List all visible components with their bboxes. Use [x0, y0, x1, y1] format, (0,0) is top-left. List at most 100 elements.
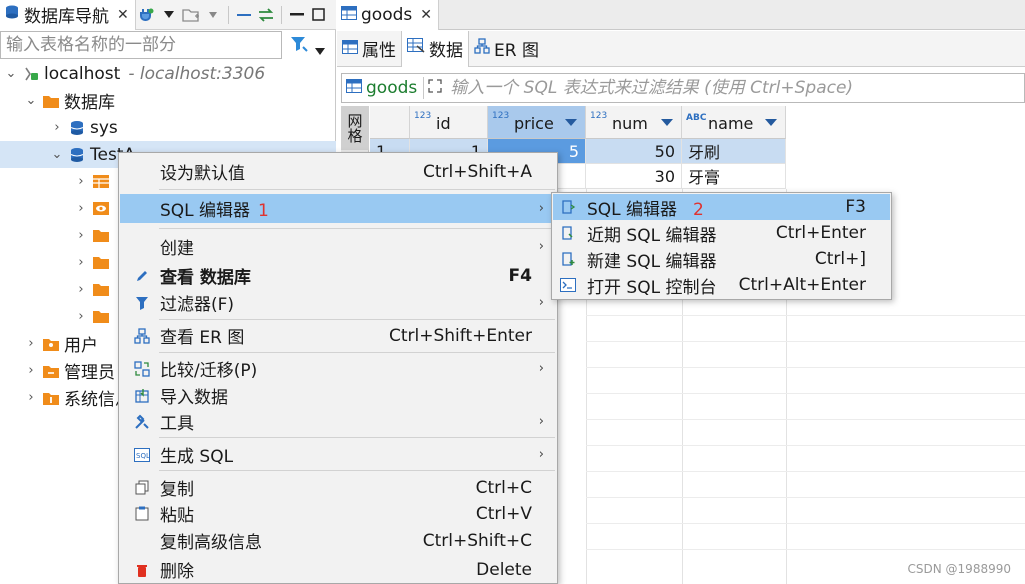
chevron-right-icon[interactable]: ›: [74, 309, 88, 324]
chevron-right-icon[interactable]: ›: [24, 336, 38, 351]
folder-icon: [92, 282, 110, 298]
chevron-down-icon[interactable]: ⌄: [50, 147, 64, 162]
dropdown-arrow-icon[interactable]: [202, 4, 224, 26]
menu-separator: [159, 352, 555, 353]
paste-icon: [132, 506, 152, 521]
menu-item-set-default[interactable]: 设为默认值 Ctrl+Shift+A: [120, 158, 556, 185]
menu-item-view-er[interactable]: 查看 ER 图 Ctrl+Shift+Enter: [120, 322, 556, 349]
submenu-item-sql-editor[interactable]: SQL 编辑器 2 F3: [553, 194, 890, 220]
connect-plug-icon[interactable]: [136, 4, 158, 26]
filter-dropdown-icon[interactable]: [315, 41, 325, 61]
sort-arrow-icon[interactable]: [565, 119, 577, 126]
grid-line: [586, 341, 1025, 342]
menu-item-tools[interactable]: 工具 ›: [120, 408, 556, 435]
tab-database-navigator[interactable]: 数据库导航 ✕: [0, 0, 136, 30]
tree-node-localhost[interactable]: ⌄ localhost - localhost:3306: [0, 60, 336, 87]
submenu-item-new-sql-editor[interactable]: 新建 SQL 编辑器 Ctrl+]: [553, 246, 890, 272]
tab-er-diagram[interactable]: ER 图: [469, 31, 544, 67]
tab-label: 数据: [429, 41, 463, 61]
menu-item-generate-sql[interactable]: SQL 生成 SQL ›: [120, 441, 556, 468]
table-cell[interactable]: 30: [586, 164, 682, 189]
numeric-type-icon: 123: [414, 111, 432, 121]
column-header-id[interactable]: 123 id: [410, 106, 488, 139]
grid-line: [586, 419, 1025, 420]
submenu-item-recent-sql-editor[interactable]: 近期 SQL 编辑器 Ctrl+Enter: [553, 220, 890, 246]
close-icon[interactable]: ✕: [420, 7, 432, 23]
menu-item-sql-editor[interactable]: SQL 编辑器 1 ›: [120, 194, 556, 223]
menu-item-copy-advanced[interactable]: 复制高级信息 Ctrl+Shift+C: [120, 527, 556, 554]
chevron-right-icon: ›: [538, 239, 544, 254]
chevron-right-icon[interactable]: ›: [74, 255, 88, 270]
chevron-right-icon[interactable]: ›: [50, 120, 64, 135]
grid-line: [586, 445, 1025, 446]
column-header-price[interactable]: 123 price: [488, 106, 586, 139]
tab-properties[interactable]: 属性: [337, 31, 401, 67]
sort-arrow-icon[interactable]: [765, 119, 777, 126]
chevron-right-icon[interactable]: ›: [74, 174, 88, 189]
admin-folder-icon: [42, 363, 60, 379]
menu-item-paste[interactable]: 粘贴 Ctrl+V: [120, 500, 556, 527]
table-cell[interactable]: 牙膏: [682, 164, 786, 189]
table-cell[interactable]: 牙刷: [682, 139, 786, 164]
menu-item-copy[interactable]: 复制 Ctrl+C: [120, 474, 556, 501]
sql-editor-submenu: SQL 编辑器 2 F3 近期 SQL 编辑器 Ctrl+Enter 新建 SQL…: [551, 192, 892, 300]
maximize-icon[interactable]: [308, 4, 330, 26]
tree-node-databases[interactable]: ⌄ 数据库: [0, 87, 336, 114]
tree-node-sys[interactable]: › sys: [0, 114, 336, 141]
chevron-down-icon[interactable]: ⌄: [4, 66, 18, 81]
menu-item-view-database[interactable]: 查看 数据库 F4: [120, 262, 556, 289]
tab-goods[interactable]: goods ✕: [337, 0, 439, 30]
filter-funnel-icon[interactable]: [290, 35, 308, 58]
tab-data[interactable]: 数据: [401, 30, 469, 67]
import-icon: [132, 388, 152, 404]
editor-tab-bar: goods ✕: [337, 0, 1025, 30]
submenu-item-open-sql-console[interactable]: 打开 SQL 控制台 Ctrl+Alt+Enter: [553, 272, 890, 298]
grid-line: [586, 471, 1025, 472]
tree-label: 管理员: [64, 363, 115, 383]
table-cell[interactable]: 50: [586, 139, 682, 164]
grid-view-toggle[interactable]: 网格: [341, 106, 369, 150]
menu-shortcut: Delete: [476, 559, 532, 580]
database-icon: [68, 147, 86, 163]
chevron-down-icon[interactable]: ⌄: [24, 93, 38, 108]
menu-shortcut: Ctrl+Alt+Enter: [738, 275, 866, 295]
menu-item-compare-migrate[interactable]: 比较/迁移(P) ›: [120, 355, 556, 382]
expand-icon[interactable]: [428, 78, 442, 98]
table-icon: [341, 5, 357, 25]
link-editor-icon[interactable]: [255, 4, 277, 26]
menu-item-filter[interactable]: 过滤器(F) ›: [120, 289, 556, 316]
menu-label: SQL 编辑器 2: [587, 199, 704, 220]
text-type-icon: ABC: [686, 113, 707, 123]
sql-icon: SQL: [132, 447, 152, 462]
folder-icon: [92, 255, 110, 271]
dropdown-arrow-icon[interactable]: [158, 4, 180, 26]
menu-shortcut: Ctrl+V: [475, 503, 532, 524]
collapse-all-icon[interactable]: [233, 4, 255, 26]
menu-item-delete[interactable]: 删除 Delete: [120, 556, 556, 583]
sql-filter-input[interactable]: [448, 75, 1024, 101]
sort-arrow-icon[interactable]: [661, 119, 673, 126]
chevron-right-icon[interactable]: ›: [74, 201, 88, 216]
filter-divider: [423, 77, 425, 99]
chevron-right-icon[interactable]: ›: [24, 363, 38, 378]
close-icon[interactable]: ✕: [117, 7, 129, 23]
minimize-icon[interactable]: [286, 4, 308, 26]
chevron-right-icon[interactable]: ›: [24, 390, 38, 405]
tree-label: 数据库: [64, 93, 115, 113]
menu-item-import-data[interactable]: 导入数据: [120, 382, 556, 409]
menu-separator: [159, 319, 555, 320]
menu-item-create[interactable]: 创建 ›: [120, 233, 556, 260]
trash-icon: [132, 563, 152, 577]
column-header-name[interactable]: ABC name: [682, 106, 786, 139]
column-header-num[interactable]: 123 num: [586, 106, 682, 139]
chevron-right-icon[interactable]: ›: [74, 228, 88, 243]
svg-text:SQL: SQL: [136, 452, 150, 460]
grid-line: [586, 549, 1025, 550]
chevron-right-icon[interactable]: ›: [74, 282, 88, 297]
table-filter-input[interactable]: [4, 32, 281, 58]
table-filter-field[interactable]: [0, 31, 282, 59]
new-folder-icon[interactable]: [180, 4, 202, 26]
chevron-right-icon: ›: [538, 447, 544, 462]
menu-shortcut: Ctrl+Enter: [775, 223, 866, 243]
menu-separator: [159, 470, 555, 471]
